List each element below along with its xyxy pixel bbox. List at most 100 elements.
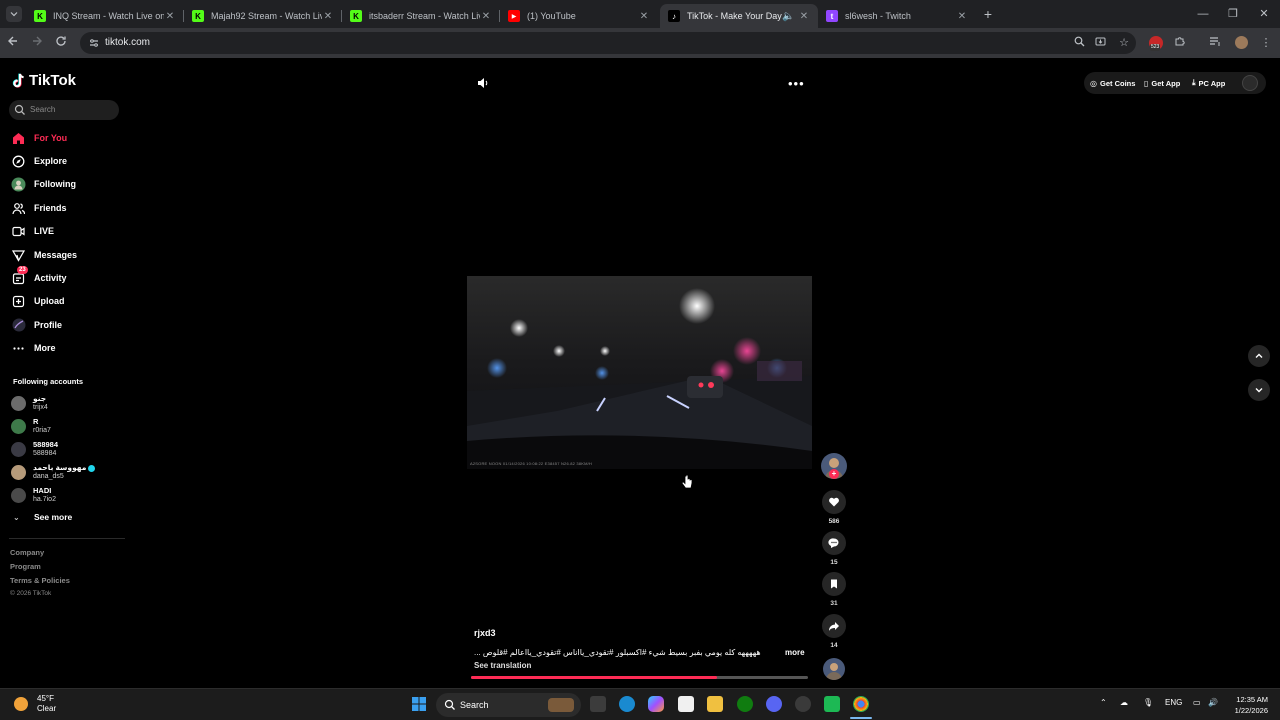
tab-inq-stream[interactable]: K INQ Stream - Watch Live on Ki ✕ xyxy=(26,4,184,28)
nav-for-you[interactable]: For You xyxy=(11,130,67,146)
zoom-icon[interactable] xyxy=(1074,36,1088,50)
comment-button[interactable] xyxy=(822,531,846,555)
taskbar-search[interactable]: Search xyxy=(436,693,581,717)
following-account[interactable]: 588984 588984 xyxy=(11,440,58,458)
kebab-menu-icon[interactable]: ⋮ xyxy=(1258,35,1274,51)
tab-youtube[interactable]: ▶ (1) YouTube ✕ xyxy=(500,4,658,28)
chrome-icon[interactable] xyxy=(853,696,869,712)
task-view-icon[interactable] xyxy=(590,696,606,712)
install-app-icon[interactable] xyxy=(1095,36,1109,50)
get-app-button[interactable]: ▯ Get App xyxy=(1144,75,1180,91)
nav-messages[interactable]: Messages xyxy=(11,247,77,263)
nav-following[interactable]: Following xyxy=(11,176,76,192)
volume-icon[interactable] xyxy=(477,77,489,89)
tab-tiktok[interactable]: ♪ TikTok - Make Your Day 🔈 ✕ xyxy=(660,4,818,28)
back-button[interactable] xyxy=(7,35,23,51)
video-player[interactable] xyxy=(467,276,812,469)
extension-icon[interactable]: 523 xyxy=(1148,35,1164,51)
video-progress-bar[interactable] xyxy=(471,676,808,679)
more-options-icon[interactable]: ••• xyxy=(788,76,805,91)
nav-explore[interactable]: Explore xyxy=(11,153,67,169)
following-account[interactable]: جنو trijx4 xyxy=(11,394,48,412)
nav-more[interactable]: More xyxy=(11,340,56,356)
edge-icon[interactable] xyxy=(619,696,635,712)
new-tab-button[interactable]: + xyxy=(980,6,996,22)
close-icon[interactable]: ✕ xyxy=(798,11,810,22)
minimize-button[interactable]: — xyxy=(1196,7,1210,21)
video-author[interactable]: rjxd3 xyxy=(474,628,496,638)
site-settings-icon[interactable] xyxy=(88,37,100,49)
close-icon[interactable]: ✕ xyxy=(322,11,334,22)
close-icon[interactable]: ✕ xyxy=(164,11,176,22)
tab-search-dropdown[interactable] xyxy=(6,6,22,22)
see-translation-button[interactable]: See translation xyxy=(474,661,531,670)
language-indicator[interactable]: ENG xyxy=(1165,698,1182,707)
nav-upload[interactable]: Upload xyxy=(11,293,65,309)
speaker-icon[interactable]: 🔈 xyxy=(782,11,794,22)
copyright: © 2026 TikTok xyxy=(10,590,52,597)
nav-friends[interactable]: Friends xyxy=(11,200,67,216)
show-hidden-icons[interactable]: ⌃ xyxy=(1100,698,1107,707)
close-icon[interactable]: ✕ xyxy=(480,11,492,22)
following-account[interactable]: مهووسة باحمد dana_ds5 xyxy=(11,463,96,481)
restore-button[interactable]: ❐ xyxy=(1226,7,1240,21)
footer-link-company[interactable]: Company xyxy=(10,548,44,557)
address-bar[interactable]: tiktok.com ☆ xyxy=(80,32,1136,54)
like-count: 586 xyxy=(828,518,840,525)
footer-link-terms[interactable]: Terms & Policies xyxy=(10,576,70,585)
more-button[interactable]: more xyxy=(785,648,805,657)
compass-icon xyxy=(11,154,26,169)
search-highlight-image xyxy=(548,698,574,712)
file-explorer-icon[interactable] xyxy=(707,696,723,712)
reload-button[interactable] xyxy=(55,35,71,51)
nav-activity[interactable]: 23 Activity xyxy=(11,265,67,286)
following-account[interactable]: Rr0ria7 xyxy=(11,417,51,435)
nav-profile[interactable]: Profile xyxy=(11,317,62,333)
tab-twitch[interactable]: t sl6wesh - Twitch ✕ xyxy=(818,4,976,28)
store-icon[interactable] xyxy=(678,696,694,712)
get-coins-button[interactable]: ◎ Get Coins xyxy=(1090,75,1135,91)
kick-icon: K xyxy=(350,10,362,22)
weather-widget[interactable]: 45°F Clear xyxy=(14,694,56,714)
follow-plus-button[interactable]: + xyxy=(829,469,839,479)
tab-itsbaderr-stream[interactable]: K itsbaderr Stream - Watch Live o ✕ xyxy=(342,4,500,28)
weather-moon-icon xyxy=(14,697,28,711)
footer-link-program[interactable]: Program xyxy=(10,562,41,571)
discord-icon[interactable] xyxy=(766,696,782,712)
next-video-button[interactable] xyxy=(1248,379,1270,401)
profile-avatar[interactable] xyxy=(1234,35,1250,51)
following-account[interactable]: HADI ha.7io2 xyxy=(11,486,56,504)
onedrive-icon[interactable]: ☁ xyxy=(1120,698,1128,707)
nav-live[interactable]: LIVE xyxy=(11,223,54,239)
volume-icon[interactable]: 🔊 xyxy=(1208,698,1218,707)
close-icon[interactable]: ✕ xyxy=(956,11,968,22)
window-close-button[interactable]: ✕ xyxy=(1257,7,1271,21)
user-avatar[interactable] xyxy=(1242,75,1258,91)
tiktok-logo[interactable]: TikTok xyxy=(12,72,76,89)
extensions-puzzle-icon[interactable] xyxy=(1174,35,1190,51)
previous-video-button[interactable] xyxy=(1248,345,1270,367)
music-disc[interactable] xyxy=(823,658,845,680)
clock[interactable]: 12:35 AM 1/22/2026 xyxy=(1222,694,1268,716)
bookmark-star-icon[interactable]: ☆ xyxy=(1117,36,1131,50)
copilot-icon[interactable] xyxy=(648,696,664,712)
like-button[interactable] xyxy=(822,490,846,514)
media-controls-icon[interactable] xyxy=(1209,35,1225,51)
tiktok-icon: ♪ xyxy=(668,10,680,22)
see-more-button[interactable]: ⌄ See more xyxy=(13,512,72,522)
app-icon[interactable] xyxy=(824,696,840,712)
chevron-up-icon xyxy=(1255,353,1263,358)
start-button[interactable] xyxy=(411,696,427,712)
messages-icon xyxy=(11,248,26,263)
search-input[interactable]: Search xyxy=(9,100,119,120)
network-icon[interactable]: ▭ xyxy=(1193,698,1201,707)
xbox-icon[interactable] xyxy=(737,696,753,712)
tab-majah92-stream[interactable]: K Majah92 Stream - Watch Live o ✕ xyxy=(184,4,342,28)
pc-app-button[interactable]: ⤓ PC App xyxy=(1192,75,1225,91)
save-button[interactable] xyxy=(822,572,846,596)
forward-button[interactable] xyxy=(31,35,47,51)
close-icon[interactable]: ✕ xyxy=(638,11,650,22)
steam-icon[interactable] xyxy=(795,696,811,712)
microphone-icon[interactable]: 🎙 xyxy=(1143,698,1153,707)
share-button[interactable] xyxy=(822,614,846,638)
